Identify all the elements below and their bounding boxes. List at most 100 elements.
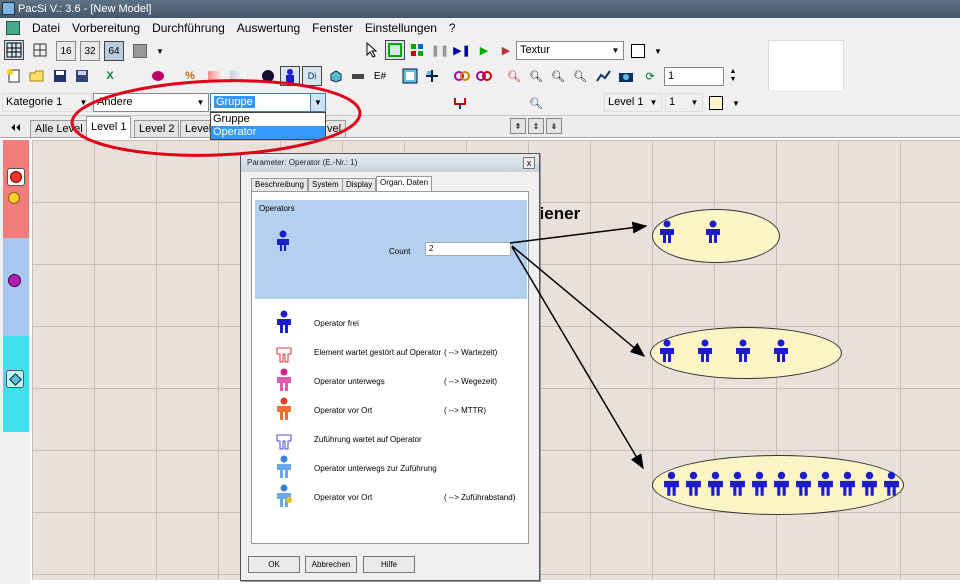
zoom-64-button[interactable]: 64: [104, 41, 124, 61]
chevron-down-icon[interactable]: ▼: [648, 41, 668, 61]
save-button[interactable]: [50, 66, 70, 86]
tab-organ-daten[interactable]: Organ. Daten: [376, 176, 433, 192]
magnifier-icon: 🔍︎: [507, 70, 521, 83]
menu-datei[interactable]: Datei: [26, 21, 66, 35]
collapse-left-button[interactable]: ⏴⏴: [6, 118, 26, 138]
unlink-button[interactable]: [474, 66, 494, 86]
connect-button[interactable]: [450, 93, 470, 113]
tab-level-1[interactable]: Level 1: [86, 116, 132, 138]
chevron-down-icon[interactable]: ▼: [687, 94, 702, 111]
document-icon[interactable]: [6, 21, 20, 35]
buffer-element-button[interactable]: [8, 274, 22, 288]
legend-label: Element wartet gestört auf Operator: [314, 348, 442, 357]
tab-level-2[interactable]: Level 2: [134, 120, 180, 138]
menu-vorbereitung[interactable]: Vorbereitung: [66, 21, 146, 35]
level-same-button[interactable]: ⇕: [528, 118, 544, 134]
dropdown-option-gruppe[interactable]: Gruppe: [211, 113, 325, 126]
group-combo[interactable]: Gruppe ▼: [210, 93, 326, 112]
run-button[interactable]: ▶: [474, 40, 494, 60]
menu-fenster[interactable]: Fenster: [306, 21, 359, 35]
pause-button[interactable]: ❚❚: [430, 40, 450, 60]
refresh-button[interactable]: ⟳: [640, 66, 660, 86]
spin-input[interactable]: 1: [664, 67, 724, 86]
layout-button[interactable]: [400, 66, 420, 86]
conveyor-element-button[interactable]: [8, 192, 22, 204]
circle-button[interactable]: [258, 66, 278, 86]
chevron-down-icon[interactable]: ▼: [608, 42, 623, 59]
category-combo[interactable]: Kategorie 1 ▼: [2, 93, 92, 112]
stop-run-button[interactable]: ▶: [496, 40, 516, 60]
cube-icon: [330, 70, 342, 83]
operator-tool-button[interactable]: [280, 66, 300, 86]
pointer-button[interactable]: [362, 40, 382, 60]
level-up-button[interactable]: ⇞: [510, 118, 526, 134]
sink-element-button[interactable]: [6, 370, 24, 388]
operator-tool-icon: [286, 69, 294, 83]
close-icon[interactable]: x: [523, 157, 535, 169]
color-picker-button[interactable]: [130, 41, 150, 61]
save-as-button[interactable]: [72, 66, 92, 86]
chevron-down-icon[interactable]: ▼: [76, 94, 91, 111]
align-button[interactable]: [422, 66, 442, 86]
group-dropdown-list: Gruppe Operator: [210, 112, 326, 140]
search-zoom-in-button[interactable]: 🔍︎: [504, 66, 524, 86]
search-zoom-out-button[interactable]: 🔍︎: [548, 66, 568, 86]
link-button[interactable]: [452, 66, 472, 86]
level-combo[interactable]: Level 1 ▼: [604, 93, 662, 112]
texture-combo[interactable]: Textur ▼: [516, 41, 624, 60]
menu-durchfuehrung[interactable]: Durchführung: [146, 21, 231, 35]
operator-icon: [277, 397, 291, 420]
chevron-down-icon[interactable]: ▼: [310, 94, 325, 111]
tab-system[interactable]: System: [308, 178, 343, 192]
ok-button[interactable]: OK: [248, 556, 300, 573]
search-zoom-button[interactable]: 🔍︎: [526, 66, 546, 86]
zoom-32-button[interactable]: 32: [80, 41, 100, 61]
fill-color-button[interactable]: [628, 41, 648, 61]
open-button[interactable]: [27, 66, 47, 86]
level-down-button[interactable]: ⇟: [546, 118, 562, 134]
graph-button[interactable]: [594, 66, 614, 86]
chevron-down-icon[interactable]: ▼: [646, 94, 661, 111]
purple-element-button[interactable]: [148, 66, 168, 86]
yellow-swatch-icon: [709, 96, 723, 110]
operator-search-button[interactable]: 🔍︎: [526, 93, 546, 113]
gradient-button[interactable]: [206, 66, 226, 86]
excel-export-button[interactable]: X: [100, 66, 120, 86]
chevron-down-icon[interactable]: ▼: [726, 93, 746, 113]
count-input[interactable]: 2: [425, 242, 511, 256]
menu-einstellungen[interactable]: Einstellungen: [359, 21, 443, 35]
level-color-button[interactable]: [706, 93, 726, 113]
percent-button[interactable]: %: [180, 66, 200, 86]
operator-icon: [884, 471, 899, 496]
tab-all-levels[interactable]: Alle Level: [30, 120, 88, 138]
box-button[interactable]: [326, 66, 346, 86]
spin-input-value: 1: [668, 70, 675, 82]
arrow-updown-icon: ⇕: [532, 121, 540, 131]
tab-beschreibung[interactable]: Beschreibung: [251, 178, 308, 192]
element-number-button[interactable]: E#: [370, 66, 390, 86]
menu-help[interactable]: ?: [443, 21, 462, 35]
elements-button[interactable]: [407, 40, 427, 60]
dropdown-option-operator[interactable]: Operator: [211, 126, 325, 139]
cancel-button[interactable]: Abbrechen: [305, 556, 357, 573]
new-model-button[interactable]: [4, 66, 24, 86]
source-element-button[interactable]: [7, 168, 25, 186]
step-button[interactable]: ▶❚: [452, 40, 472, 60]
chevron-down-icon[interactable]: ▼: [193, 94, 208, 111]
type-combo[interactable]: Andere ▼: [93, 93, 209, 112]
distance-tool-button[interactable]: Di: [302, 66, 322, 86]
chevron-down-icon[interactable]: ▼: [150, 41, 170, 61]
level-number-combo[interactable]: 1 ▼: [665, 93, 703, 112]
grid-snap-button[interactable]: [30, 40, 50, 60]
spin-stepper[interactable]: ▲ ▼: [726, 67, 740, 87]
tab-display[interactable]: Display: [342, 178, 377, 192]
grid-toggle-button[interactable]: [4, 40, 24, 60]
search-fit-button[interactable]: 🔍︎: [570, 66, 590, 86]
camera-button[interactable]: [616, 66, 636, 86]
shade-button[interactable]: [228, 66, 248, 86]
menu-auswertung[interactable]: Auswertung: [231, 21, 306, 35]
select-frame-button[interactable]: [385, 40, 405, 60]
help-button[interactable]: Hilfe: [363, 556, 415, 573]
zoom-16-button[interactable]: 16: [56, 41, 76, 61]
bar-button[interactable]: [348, 66, 368, 86]
